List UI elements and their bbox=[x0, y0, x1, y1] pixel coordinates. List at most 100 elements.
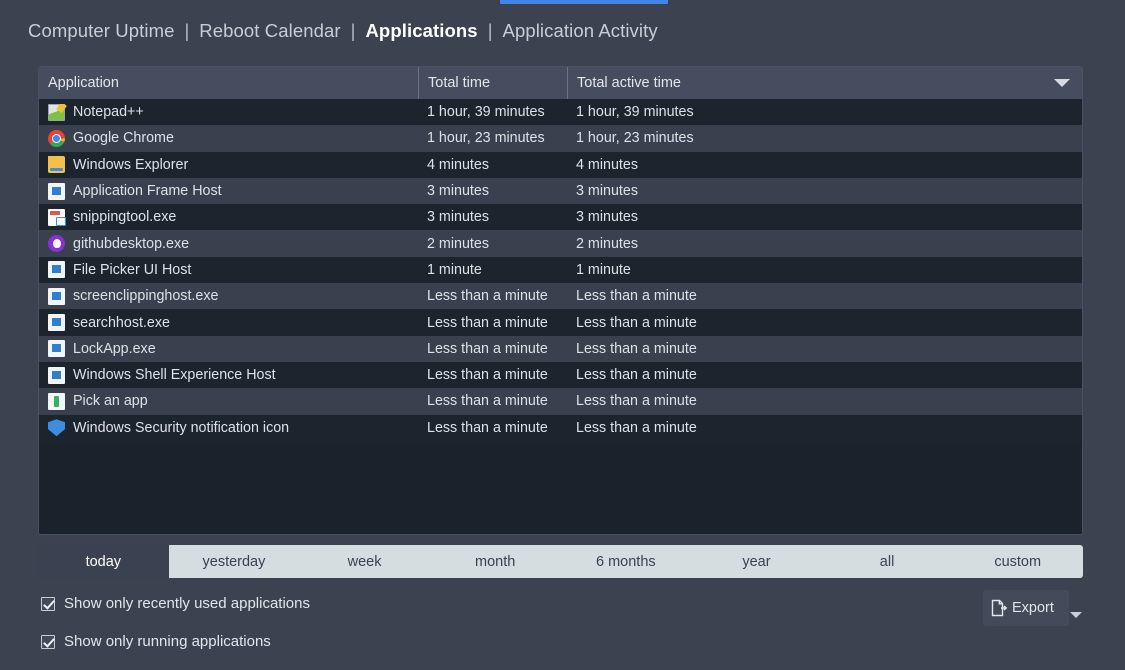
cell-application: screenclippinghost.exe bbox=[39, 287, 418, 305]
column-header-total-time[interactable]: Total time bbox=[418, 67, 567, 99]
window-icon bbox=[48, 261, 65, 279]
window-icon bbox=[48, 366, 65, 384]
pickapp-icon bbox=[48, 392, 65, 410]
table-header-row: Application Total time Total active time bbox=[39, 67, 1082, 99]
column-header-total-active-time[interactable]: Total active time bbox=[567, 67, 1082, 99]
nav-item-application-activity[interactable]: Application Activity bbox=[501, 20, 660, 42]
table-row[interactable]: searchhost.exe Less than a minute Less tha… bbox=[39, 309, 1082, 336]
table-row[interactable]: Application Frame Host 3 minutes 3 minutes bbox=[39, 177, 1082, 205]
nav-separator: | bbox=[184, 20, 190, 41]
cell-total-time: 3 minutes bbox=[427, 183, 489, 200]
application-name: Google Chrome bbox=[73, 130, 174, 147]
table-row[interactable]: snippingtool.exe 3 minutes 3 minutes bbox=[39, 204, 1082, 231]
cell-total-time: Less than a minute bbox=[427, 340, 548, 357]
table-row[interactable]: Windows Shell Experience Host Less than a… bbox=[39, 361, 1082, 389]
cell-application: snippingtool.exe bbox=[39, 208, 418, 226]
cell-total-active-time: Less than a minute bbox=[576, 314, 697, 331]
nav-separator: | bbox=[487, 20, 493, 41]
cell-application: Application Frame Host bbox=[39, 182, 418, 200]
cell-application: githubdesktop.exe bbox=[39, 235, 418, 253]
table-row[interactable]: githubdesktop.exe 2 minutes 2 minutes bbox=[39, 230, 1082, 257]
cell-total-time: Less than a minute bbox=[427, 419, 548, 436]
table-row[interactable]: File Picker UI Host 1 minute 1 minute bbox=[39, 256, 1082, 284]
range-tab-custom[interactable]: custom bbox=[952, 545, 1083, 578]
cell-application: Pick an app bbox=[39, 392, 418, 410]
option-show-recently-used[interactable]: Show only recently used applications bbox=[41, 595, 310, 612]
folder-icon bbox=[48, 156, 65, 174]
option-show-running[interactable]: Show only running applications bbox=[41, 633, 271, 650]
top-accent-bar bbox=[500, 0, 668, 4]
cell-application: Notepad++ bbox=[39, 103, 418, 121]
table-row[interactable]: Windows Security notification icon Less t… bbox=[39, 414, 1082, 441]
sort-descending-caret-icon[interactable] bbox=[1054, 79, 1070, 87]
application-name: LockApp.exe bbox=[73, 340, 156, 357]
export-dropdown-caret-icon[interactable] bbox=[1070, 612, 1082, 618]
table-row[interactable]: LockApp.exe Less than a minute Less than a… bbox=[39, 335, 1082, 362]
table-body: Notepad++ 1 hour, 39 minutes 1 hour, 39 mi… bbox=[39, 99, 1082, 534]
table-row[interactable]: Notepad++ 1 hour, 39 minutes 1 hour, 39 mi… bbox=[39, 99, 1082, 126]
cell-total-time: 4 minutes bbox=[427, 156, 489, 173]
application-name: Windows Shell Experience Host bbox=[73, 367, 276, 384]
option-show-running-label: Show only running applications bbox=[64, 633, 271, 650]
range-tab-week[interactable]: week bbox=[299, 545, 430, 578]
cell-total-time: Less than a minute bbox=[427, 393, 548, 410]
cell-total-active-time: 2 minutes bbox=[576, 235, 638, 252]
range-tab-all[interactable]: all bbox=[821, 545, 953, 578]
github-icon bbox=[48, 235, 65, 253]
table-row[interactable]: Google Chrome 1 hour, 23 minutes 1 hour, 2… bbox=[39, 125, 1082, 152]
column-header-application[interactable]: Application bbox=[39, 67, 418, 99]
cell-application: Windows Security notification icon bbox=[39, 419, 418, 437]
cell-total-active-time: 4 minutes bbox=[576, 156, 638, 173]
cell-total-active-time: Less than a minute bbox=[576, 393, 697, 410]
window-icon bbox=[48, 287, 65, 305]
cell-application: searchhost.exe bbox=[39, 314, 418, 332]
nav-item-computer-uptime[interactable]: Computer Uptime bbox=[26, 20, 176, 42]
cell-total-active-time: 3 minutes bbox=[576, 183, 638, 200]
application-name: Pick an app bbox=[73, 393, 148, 410]
table-row[interactable]: screenclippinghost.exe Less than a minute… bbox=[39, 283, 1082, 310]
export-button[interactable]: Export bbox=[983, 590, 1069, 626]
cell-total-time: Less than a minute bbox=[427, 314, 548, 331]
cell-total-active-time: 3 minutes bbox=[576, 209, 638, 226]
application-name: Notepad++ bbox=[73, 104, 144, 121]
cell-total-time: Less than a minute bbox=[427, 288, 548, 305]
cell-total-active-time: 1 hour, 23 minutes bbox=[576, 130, 694, 147]
range-tab-today[interactable]: today bbox=[38, 545, 169, 578]
cell-total-active-time: Less than a minute bbox=[576, 340, 697, 357]
application-name: Windows Explorer bbox=[73, 156, 189, 173]
application-name: screenclippinghost.exe bbox=[73, 288, 219, 305]
cell-application: Windows Shell Experience Host bbox=[39, 366, 418, 384]
app-window: Computer Uptime | Reboot Calendar | Applicat… bbox=[0, 0, 1125, 670]
chrome-icon bbox=[48, 129, 65, 147]
nav-item-applications[interactable]: Applications bbox=[363, 20, 479, 42]
cell-application: Windows Explorer bbox=[39, 156, 418, 174]
applications-table-panel: Application Total time Total active time… bbox=[38, 66, 1083, 535]
checkbox-show-running[interactable] bbox=[41, 634, 55, 649]
cell-application: LockApp.exe bbox=[39, 340, 418, 358]
cell-total-time: 1 hour, 39 minutes bbox=[427, 104, 545, 121]
range-tab-6-months[interactable]: 6 months bbox=[560, 545, 692, 578]
column-header-application-label: Application bbox=[48, 75, 119, 91]
window-icon bbox=[48, 182, 65, 200]
table-row[interactable]: Windows Explorer 4 minutes 4 minutes bbox=[39, 151, 1082, 178]
application-name: File Picker UI Host bbox=[73, 261, 192, 278]
nav-separator: | bbox=[350, 20, 356, 41]
window-icon bbox=[48, 314, 65, 332]
snippingtool-icon bbox=[48, 208, 66, 226]
top-navigation: Computer Uptime | Reboot Calendar | Applicat… bbox=[26, 20, 660, 42]
range-tab-month[interactable]: month bbox=[429, 545, 561, 578]
checkbox-show-recently-used[interactable] bbox=[41, 596, 55, 611]
export-document-icon bbox=[991, 599, 1008, 617]
cell-total-time: 2 minutes bbox=[427, 235, 489, 252]
nav-item-reboot-calendar[interactable]: Reboot Calendar bbox=[197, 20, 342, 42]
application-name: snippingtool.exe bbox=[73, 209, 177, 226]
range-tab-year[interactable]: year bbox=[691, 545, 822, 578]
application-name: Windows Security notification icon bbox=[73, 419, 290, 436]
cell-total-active-time: Less than a minute bbox=[576, 288, 697, 305]
table-row[interactable]: Pick an app Less than a minute Less than a… bbox=[39, 388, 1082, 415]
application-name: Application Frame Host bbox=[73, 183, 222, 200]
application-name: githubdesktop.exe bbox=[73, 235, 190, 252]
time-range-tabs: today yesterday week month 6 months year all cu… bbox=[38, 545, 1083, 578]
range-tab-yesterday[interactable]: yesterday bbox=[168, 545, 300, 578]
window-icon bbox=[48, 340, 65, 358]
